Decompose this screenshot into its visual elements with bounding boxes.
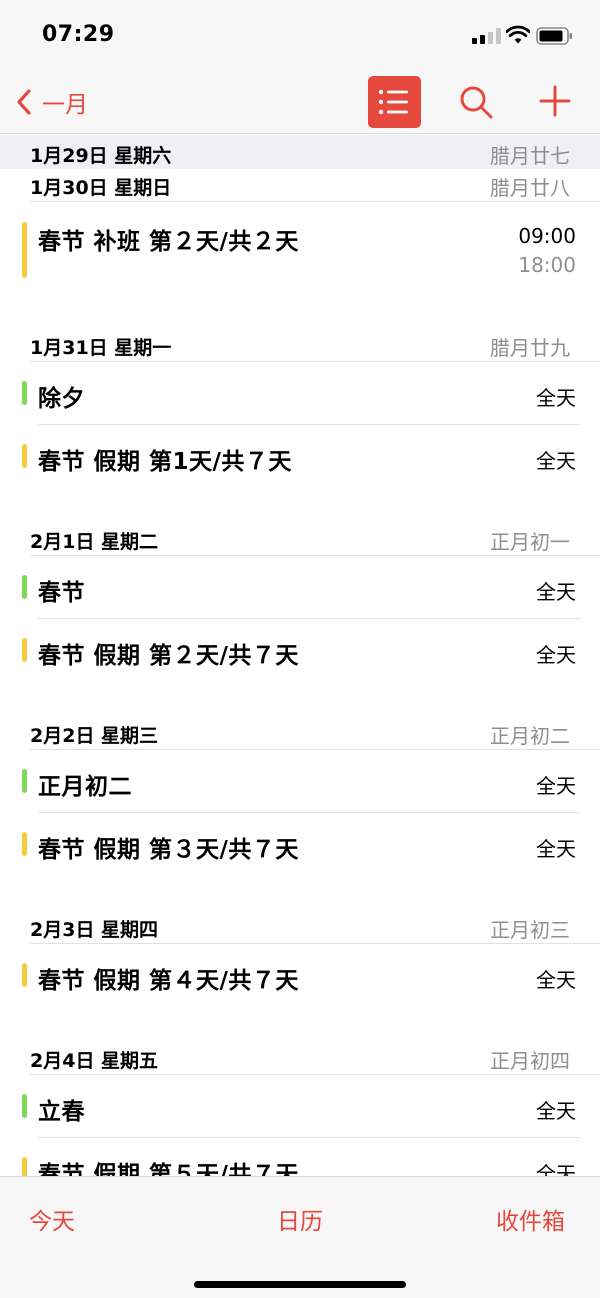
event-time: 全天 bbox=[536, 643, 576, 667]
agenda-list[interactable]: 1月30日 星期日 腊月廿八 春节 补班 第２天/共２天 09:00 18:00… bbox=[0, 169, 600, 1176]
tab-calendars[interactable]: 日历 bbox=[277, 1202, 323, 1236]
status-time: 07:29 bbox=[42, 22, 115, 47]
event-title: 春节 假期 第1天/共７天 bbox=[38, 449, 292, 475]
status-bar: 07:29 bbox=[0, 0, 600, 70]
back-button[interactable]: 一月 bbox=[16, 84, 88, 120]
event-time: 全天 bbox=[536, 1162, 576, 1176]
day-lunar-date: 正月初四 bbox=[490, 1049, 570, 1073]
day-date: 1月29日 星期六 bbox=[30, 145, 172, 167]
day-header: 1月31日 星期一 腊月廿九 bbox=[0, 329, 600, 361]
calendar-color-bar bbox=[22, 963, 27, 987]
event-time: 全天 bbox=[536, 580, 576, 604]
search-icon[interactable] bbox=[458, 84, 494, 120]
plus-icon[interactable] bbox=[538, 84, 572, 118]
day-lunar-date: 正月初三 bbox=[490, 918, 570, 942]
calendar-color-bar bbox=[22, 444, 27, 468]
event-row[interactable]: 春节 假期 第1天/共７天 全天 bbox=[0, 425, 600, 487]
tab-today[interactable]: 今天 bbox=[29, 1202, 75, 1236]
day-header: 2月1日 星期二 正月初一 bbox=[0, 523, 600, 555]
event-row[interactable]: 春节 假期 第５天/共７天 全天 bbox=[0, 1138, 600, 1176]
day-header: 2月2日 星期三 正月初二 bbox=[0, 717, 600, 749]
day-header: 2月3日 星期四 正月初三 bbox=[0, 911, 600, 943]
event-end-time: 18:00 bbox=[518, 253, 576, 277]
calendar-color-bar bbox=[22, 638, 27, 662]
day-header: 1月30日 星期日 腊月廿八 bbox=[0, 169, 600, 201]
calendar-color-bar bbox=[22, 1094, 27, 1118]
event-row[interactable]: 除夕 全天 bbox=[0, 362, 600, 424]
event-time: 全天 bbox=[536, 837, 576, 861]
tab-inbox[interactable]: 收件箱 bbox=[496, 1202, 565, 1236]
tab-bar: 今天 日历 收件箱 bbox=[0, 1176, 600, 1298]
event-title: 春节 假期 第３天/共７天 bbox=[38, 837, 299, 863]
event-row[interactable]: 正月初二 全天 bbox=[0, 750, 600, 812]
event-title: 除夕 bbox=[38, 386, 85, 412]
event-title: 立春 bbox=[38, 1099, 85, 1125]
day-lunar-date: 腊月廿七 bbox=[490, 144, 570, 168]
calendar-color-bar bbox=[22, 832, 27, 856]
chevron-left-icon bbox=[17, 89, 31, 115]
day-lunar-date: 正月初二 bbox=[490, 724, 570, 748]
day-date: 1月31日 星期一 bbox=[30, 337, 172, 359]
event-row[interactable]: 春节 补班 第２天/共２天 09:00 18:00 bbox=[0, 202, 600, 310]
day-header: 2月4日 星期五 正月初四 bbox=[0, 1042, 600, 1074]
event-start-time: 09:00 bbox=[518, 224, 576, 248]
event-row[interactable]: 春节 全天 bbox=[0, 556, 600, 618]
calendar-color-bar bbox=[22, 1157, 27, 1176]
day-date: 2月1日 星期二 bbox=[30, 531, 159, 553]
wifi-icon bbox=[506, 25, 530, 44]
calendar-color-bar bbox=[22, 222, 27, 278]
battery-icon bbox=[536, 27, 572, 45]
day-date: 2月3日 星期四 bbox=[30, 919, 159, 941]
day-lunar-date: 正月初一 bbox=[490, 530, 570, 554]
day-date: 2月2日 星期三 bbox=[30, 725, 159, 747]
day-lunar-date: 腊月廿八 bbox=[490, 176, 570, 200]
list-view-button[interactable] bbox=[368, 76, 421, 128]
cellular-signal-icon bbox=[472, 28, 502, 44]
event-time: 全天 bbox=[536, 968, 576, 992]
event-row[interactable]: 春节 假期 第３天/共７天 全天 bbox=[0, 813, 600, 875]
calendar-color-bar bbox=[22, 575, 27, 599]
event-time: 全天 bbox=[536, 774, 576, 798]
day-date: 2月4日 星期五 bbox=[30, 1050, 159, 1072]
event-title: 春节 补班 第２天/共２天 bbox=[38, 229, 299, 255]
back-label: 一月 bbox=[42, 92, 88, 118]
day-lunar-date: 腊月廿九 bbox=[490, 336, 570, 360]
event-row[interactable]: 春节 假期 第２天/共７天 全天 bbox=[0, 619, 600, 681]
event-row[interactable]: 立春 全天 bbox=[0, 1075, 600, 1137]
event-title: 春节 假期 第５天/共７天 bbox=[38, 1162, 299, 1176]
event-title: 正月初二 bbox=[38, 774, 132, 800]
event-time: 全天 bbox=[536, 1099, 576, 1123]
day-date: 1月30日 星期日 bbox=[30, 177, 172, 199]
calendar-color-bar bbox=[22, 381, 27, 405]
sticky-day-header: 1月29日 星期六 腊月廿七 bbox=[0, 135, 600, 169]
navigation-bar: 一月 bbox=[0, 70, 600, 134]
event-title: 春节 假期 第２天/共７天 bbox=[38, 643, 299, 669]
event-row[interactable]: 春节 假期 第４天/共７天 全天 bbox=[0, 944, 600, 1006]
event-title: 春节 假期 第４天/共７天 bbox=[38, 968, 299, 994]
event-time: 全天 bbox=[536, 386, 576, 410]
home-indicator[interactable] bbox=[194, 1281, 406, 1288]
event-title: 春节 bbox=[38, 580, 85, 606]
calendar-color-bar bbox=[22, 769, 27, 793]
event-time: 全天 bbox=[536, 449, 576, 473]
list-icon bbox=[378, 89, 408, 115]
